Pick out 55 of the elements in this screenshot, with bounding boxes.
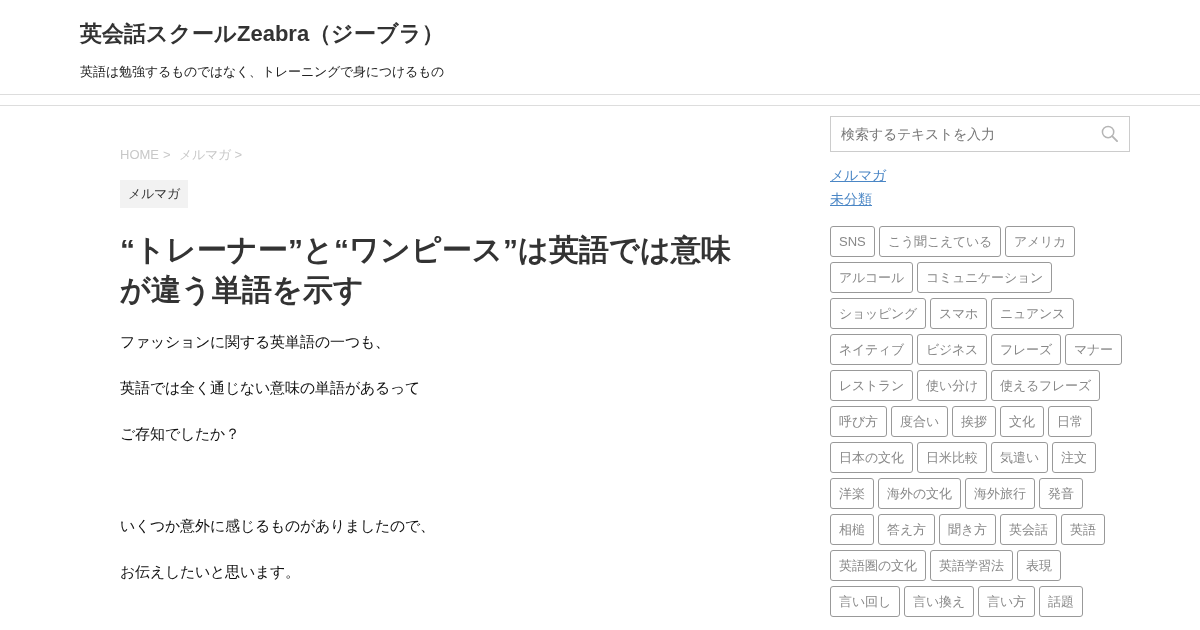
search-field[interactable]: 検索するテキストを入力	[830, 116, 1130, 152]
article-title: “トレーナー”と“ワンピース”は英語では意味が違う単語を示す	[120, 232, 732, 308]
tag-link[interactable]: 言い換え	[904, 586, 974, 617]
site-title[interactable]: 英会話スクールZeabra（ジーブラ）	[80, 19, 445, 49]
tag-link[interactable]: 使い分け	[917, 370, 987, 401]
tag-link[interactable]: 洋楽	[830, 478, 874, 509]
breadcrumb-separator: >	[234, 146, 243, 164]
tag-link[interactable]: マナー	[1065, 334, 1122, 365]
article-paragraph: ご存知でしたか？	[120, 424, 241, 444]
category-label[interactable]: メルマガ	[120, 180, 188, 208]
tag-link[interactable]: SNS	[830, 226, 875, 257]
category-link[interactable]: メルマガ	[830, 163, 886, 187]
tag-link[interactable]: 話題	[1039, 586, 1083, 617]
tag-link[interactable]: 日常	[1048, 406, 1092, 437]
tag-link[interactable]: 言い回し	[830, 586, 900, 617]
tag-link[interactable]: スマホ	[930, 298, 987, 329]
tag-link[interactable]: 言い方	[978, 586, 1035, 617]
article-paragraph: 英語では全く通じない意味の単語があるって	[120, 378, 421, 398]
tag-link[interactable]: 挨拶	[952, 406, 996, 437]
tag-link[interactable]: こう聞こえている	[878, 226, 1001, 257]
tag-link[interactable]: 度合い	[891, 406, 948, 437]
tag-link[interactable]: 表現	[1017, 550, 1061, 581]
tag-link[interactable]: 英語圏の文化	[830, 550, 926, 581]
tag-link[interactable]: 答え方	[878, 514, 935, 545]
site-tagline: 英語は勉強するものではなく、トレーニングで身につけるもの	[80, 63, 444, 81]
tag-link[interactable]: アルコール	[830, 262, 913, 293]
tag-link[interactable]: 聞き方	[939, 514, 996, 545]
tag-link[interactable]: アメリカ	[1004, 226, 1075, 257]
tag-link[interactable]: 注文	[1052, 442, 1096, 473]
tag-link[interactable]: 相槌	[830, 514, 874, 545]
tag-link[interactable]: ビジネス	[917, 334, 987, 365]
tag-link[interactable]: 使えるフレーズ	[991, 370, 1100, 401]
article-paragraph: いくつか意外に感じるものがありましたので、	[120, 516, 436, 536]
tag-link[interactable]: フレーズ	[991, 334, 1061, 365]
breadcrumb-separator: >	[163, 146, 171, 164]
tag-link[interactable]: レストラン	[830, 370, 913, 401]
tag-link[interactable]: ショッピング	[830, 298, 926, 329]
article-paragraph: ファッションに関する英単語の一つも、	[120, 332, 391, 352]
search-icon[interactable]	[1101, 125, 1118, 142]
tag-link[interactable]: 日本の文化	[830, 442, 913, 473]
tag-link[interactable]: 気遣い	[991, 442, 1048, 473]
category-link[interactable]: 未分類	[830, 187, 872, 211]
tag-link[interactable]: 文化	[1000, 406, 1044, 437]
tag-link[interactable]: ニュアンス	[991, 298, 1074, 329]
tag-link[interactable]: 発音	[1039, 478, 1083, 509]
tag-link[interactable]: コミュニケーション	[917, 262, 1052, 293]
tag-link[interactable]: ネイティブ	[830, 334, 913, 365]
tag-link[interactable]: 英会話	[1000, 514, 1057, 545]
tag-link[interactable]: 英語学習法	[930, 550, 1013, 581]
article-paragraph: お伝えしたいと思います。	[120, 562, 301, 582]
tag-link[interactable]: 海外の文化	[878, 478, 961, 509]
tag-link[interactable]: 日米比較	[917, 442, 987, 473]
tag-link[interactable]: 英語	[1061, 514, 1105, 545]
tag-link[interactable]: 海外旅行	[965, 478, 1035, 509]
tag-link[interactable]: 呼び方	[830, 406, 887, 437]
